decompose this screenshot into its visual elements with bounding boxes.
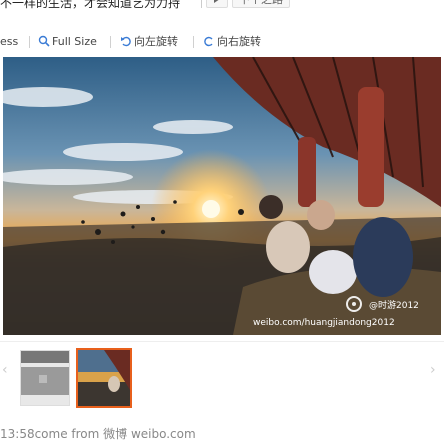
image-toolbar: ess Full Size 向左旋转 向右旋转 xyxy=(0,33,444,53)
prev-arrow-icon[interactable]: ‹ xyxy=(2,362,8,378)
thumbnail-strip: ‹ › xyxy=(0,341,444,408)
thumbnail-image xyxy=(78,350,130,406)
toolbar-divider xyxy=(193,36,194,48)
toolbar-partial-item[interactable]: ess xyxy=(0,33,18,51)
next-arrow-icon[interactable]: › xyxy=(430,362,436,378)
photo-caption: 不一样的生活，才会知道艺为力持 xyxy=(0,0,181,10)
watermark-handle: @时游2012 xyxy=(369,299,419,311)
full-size-label: Full Size xyxy=(52,35,97,48)
rotate-right-label: 向右旋转 xyxy=(217,35,261,48)
divider xyxy=(201,0,202,8)
play-button[interactable] xyxy=(206,0,228,8)
rotate-left-button[interactable]: 向左旋转 xyxy=(120,33,178,51)
main-photo[interactable]: @时游2012 weibo.com/huangjiandong2012 xyxy=(3,57,441,335)
balloon-photo: @时游2012 weibo.com/huangjiandong2012 xyxy=(3,57,441,335)
toolbar-divider xyxy=(29,36,30,48)
next-button[interactable]: 下个之路 xyxy=(232,0,290,8)
rotate-right-button[interactable]: 向右旋转 xyxy=(203,33,261,51)
rotate-left-icon xyxy=(121,36,131,47)
toolbar-divider xyxy=(110,36,111,48)
rotate-left-label: 向左旋转 xyxy=(134,35,178,48)
watermark-url: weibo.com/huangjiandong2012 xyxy=(253,318,395,328)
magnifier-icon xyxy=(38,35,50,47)
full-size-button[interactable]: Full Size xyxy=(38,33,97,51)
rotate-right-icon xyxy=(204,36,213,47)
thumbnail-item-selected[interactable] xyxy=(76,348,132,408)
play-icon xyxy=(214,0,219,3)
thumbnail-item[interactable] xyxy=(20,350,70,406)
source-footer: 13:58come from 微博 weibo.com xyxy=(0,427,196,441)
top-header: 不一样的生活，才会知道艺为力持 下个之路 xyxy=(0,0,444,14)
